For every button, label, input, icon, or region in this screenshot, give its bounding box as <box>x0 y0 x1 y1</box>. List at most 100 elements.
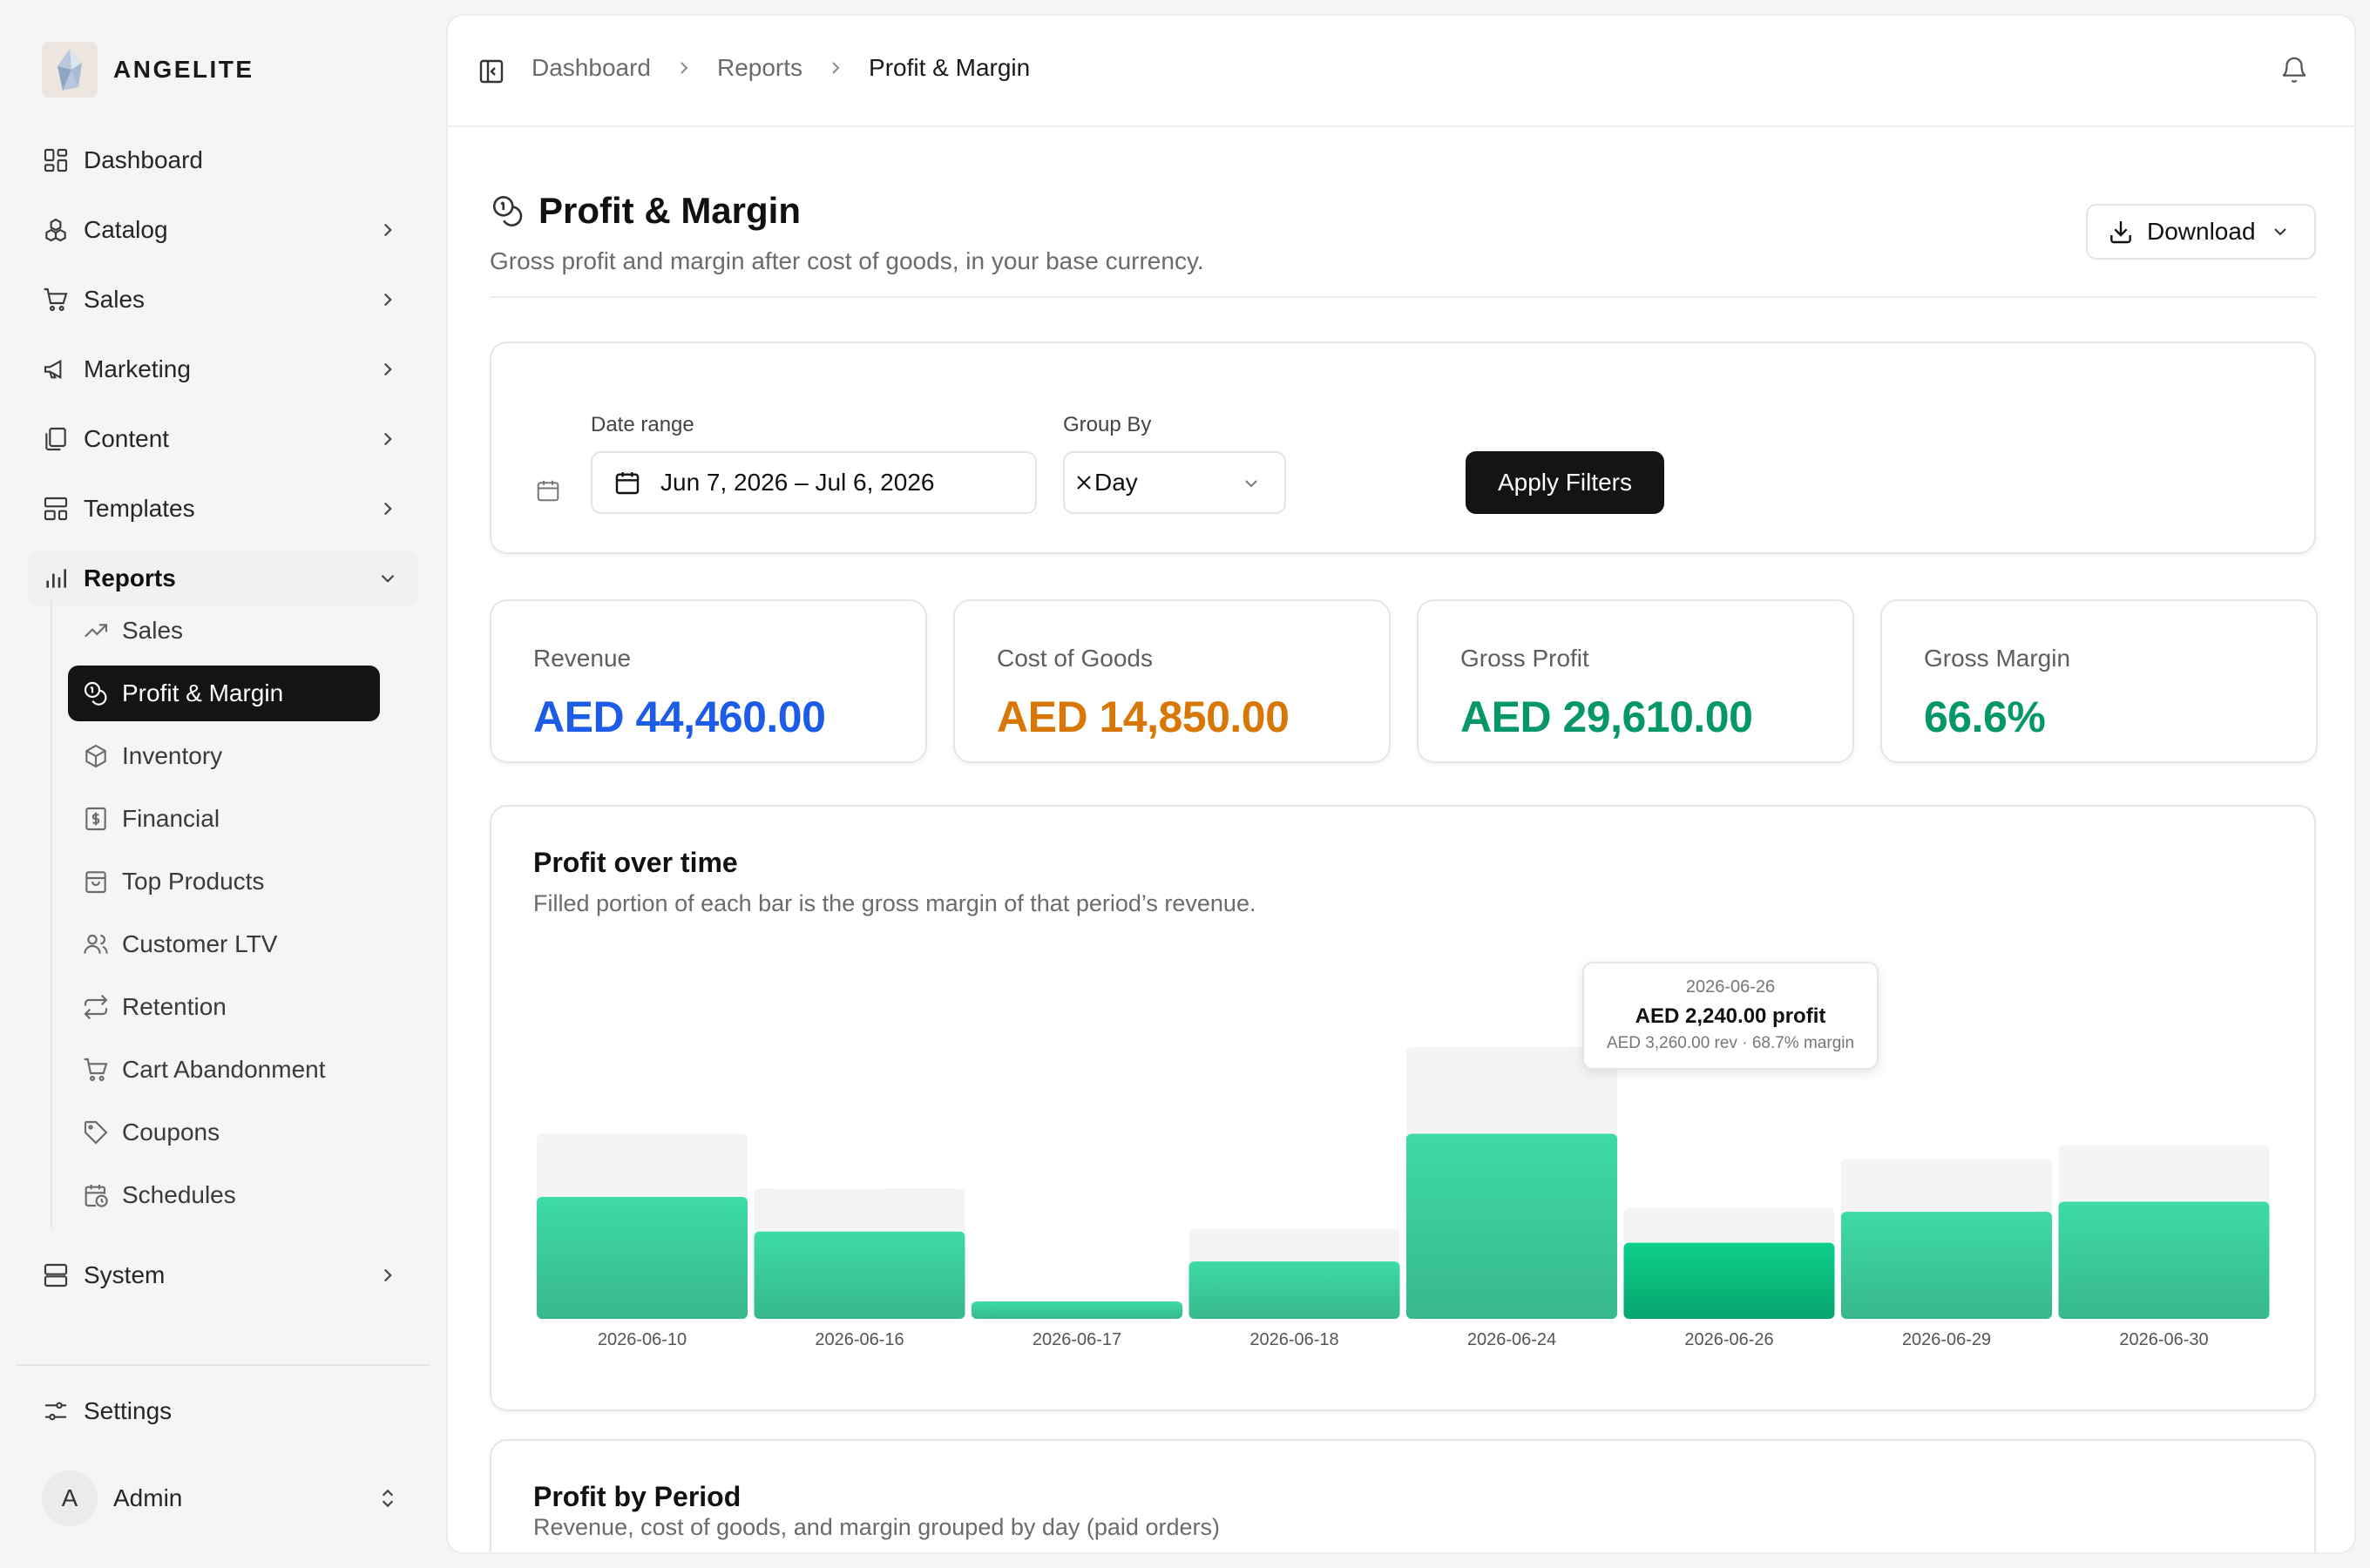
coins-icon <box>84 681 107 706</box>
profit-bar[interactable] <box>754 1231 965 1319</box>
stat-card-revenue: Revenue AED 44,460.00 <box>490 599 927 763</box>
profit-bar[interactable] <box>1188 1261 1400 1319</box>
stat-value: AED 44,460.00 <box>533 693 826 741</box>
sidebar-item-label: Retention <box>122 993 227 1020</box>
layout-icon <box>44 497 68 521</box>
brand-name: ANGELITE <box>113 56 254 83</box>
bar-chart-icon <box>46 569 66 588</box>
tooltip-profit: AED 2,240.00 profit <box>1635 1004 1826 1028</box>
x-tick-label: 2026-06-30 <box>2119 1330 2208 1349</box>
sidebar-item-system[interactable]: System <box>28 1247 418 1303</box>
sidebar-item-label: Content <box>84 425 170 452</box>
chevron-right-icon <box>383 502 392 516</box>
bell-icon[interactable] <box>2279 56 2309 85</box>
sidebar-item-retention[interactable]: Retention <box>68 979 380 1035</box>
page-header: Profit & Margin Gross profit and margin … <box>490 190 1204 275</box>
group-by-select[interactable]: Day <box>1063 451 1286 514</box>
sidebar-item-label: Schedules <box>122 1181 236 1208</box>
x-tick-label: 2026-06-17 <box>1033 1330 1121 1349</box>
cart-icon <box>84 1058 108 1082</box>
sidebar-item-top-products[interactable]: Top Products <box>68 854 380 909</box>
sidebar-item-label: Sales <box>84 286 146 313</box>
sidebar-item-reports-sales[interactable]: Sales <box>68 603 380 659</box>
sidebar-divider <box>16 1364 430 1366</box>
breadcrumb-current: Profit & Margin <box>869 54 1031 81</box>
breadcrumb-reports[interactable]: Reports <box>717 54 802 82</box>
sidebar-item-label: Coupons <box>122 1119 220 1146</box>
sidebar-item-reports[interactable]: Reports <box>28 551 418 606</box>
profit-bar[interactable] <box>1623 1242 1835 1319</box>
date-range-picker[interactable]: Jun 7, 2026 – Jul 6, 2026 <box>591 451 1037 514</box>
sidebar-item-sales[interactable]: Sales <box>28 272 418 328</box>
stat-card-gross-margin: Gross Margin 66.6% <box>1880 599 2318 763</box>
profit-bar[interactable] <box>2058 1201 2270 1319</box>
sidebar-item-catalog[interactable]: Catalog <box>28 202 418 258</box>
sidebar-item-label: Cart Abandonment <box>122 1056 326 1083</box>
profit-bar[interactable] <box>972 1301 1182 1319</box>
cart-icon <box>44 287 68 312</box>
breadcrumb: Dashboard Reports Profit & Margin <box>532 54 1030 82</box>
sidebar-item-customer-ltv[interactable]: Customer LTV <box>68 916 380 972</box>
sidebar-toggle-icon[interactable] <box>477 57 505 85</box>
sidebar-item-financial[interactable]: Financial <box>68 791 380 847</box>
sidebar-item-label: Marketing <box>84 355 191 382</box>
user-name: Admin <box>113 1484 183 1511</box>
sidebar-item-content[interactable]: Content <box>28 411 418 467</box>
user-menu[interactable]: A Admin <box>28 1469 418 1528</box>
close-icon <box>1077 476 1091 490</box>
stat-value: AED 14,850.00 <box>997 693 1290 741</box>
group-by-value: Day <box>1094 469 1138 496</box>
sliders-icon <box>45 1402 66 1421</box>
calendar-icon <box>615 472 640 495</box>
sidebar-item-profit-margin[interactable]: Profit & Margin <box>68 666 380 721</box>
chevron-down-icon <box>1245 480 1257 488</box>
sidebar-item-dashboard[interactable]: Dashboard <box>28 132 418 188</box>
sidebar: ANGELITE Dashboard Catalog Sales Marketi… <box>0 0 444 1568</box>
group-by-label: Group By <box>1063 413 1152 436</box>
top-bar: Dashboard Reports Profit & Margin <box>448 16 2354 127</box>
stat-label: Revenue <box>533 645 632 672</box>
stat-label: Gross Margin <box>1924 645 2071 672</box>
sidebar-item-settings[interactable]: Settings <box>28 1383 418 1439</box>
tooltip-meta: AED 3,260.00 rev · 68.7% margin <box>1606 1034 1855 1052</box>
profit-bar[interactable] <box>537 1196 748 1319</box>
package-icon <box>85 744 106 768</box>
files-icon <box>45 427 66 451</box>
chart-tooltip: 2026-06-26 AED 2,240.00 profit AED 3,260… <box>1582 962 1879 1070</box>
chevron-right-icon <box>383 362 392 376</box>
sidebar-item-label: Catalog <box>84 216 168 243</box>
sidebar-item-cart-abandonment[interactable]: Cart Abandonment <box>68 1042 380 1098</box>
chevron-down-icon <box>2273 228 2286 236</box>
filters-card: Date range Jun 7, 2026 – Jul 6, 2026 Gro… <box>490 341 2316 554</box>
sidebar-item-label: Profit & Margin <box>122 679 284 706</box>
bag-icon <box>85 871 106 894</box>
profit-by-period-card: Profit by Period Revenue, cost of goods,… <box>490 1439 2316 1552</box>
apply-filters-button[interactable]: Apply Filters <box>1466 451 1664 514</box>
dashboard-icon <box>44 148 68 172</box>
brand[interactable]: ANGELITE <box>42 42 254 98</box>
tag-icon <box>84 1120 108 1145</box>
sidebar-item-marketing[interactable]: Marketing <box>28 341 418 397</box>
sidebar-item-label: Inventory <box>122 742 223 769</box>
page-title: Profit & Margin <box>538 190 801 231</box>
breadcrumb-dashboard[interactable]: Dashboard <box>532 54 651 82</box>
chevron-down-icon <box>381 574 395 583</box>
profit-chart-card: 2026-06-10 2026-06-16 2026-06-17 2026-06-18… <box>490 805 2316 1411</box>
chart-title: Profit over time <box>533 847 738 878</box>
avatar: A <box>42 1470 98 1526</box>
server-icon <box>44 1263 68 1288</box>
profit-bar[interactable] <box>1841 1212 2052 1319</box>
download-button[interactable]: Download <box>2086 204 2316 260</box>
sidebar-item-label: Financial <box>122 805 220 832</box>
sidebar-item-label: Sales <box>122 617 184 644</box>
sidebar-item-inventory[interactable]: Inventory <box>68 728 380 784</box>
profit-bar[interactable] <box>1406 1133 1617 1319</box>
sidebar-item-label: Templates <box>84 495 195 522</box>
sidebar-item-coupons[interactable]: Coupons <box>68 1105 380 1160</box>
sidebar-item-schedules[interactable]: Schedules <box>68 1167 380 1223</box>
date-range-label: Date range <box>591 413 694 436</box>
sidebar-item-label: Customer LTV <box>122 930 278 957</box>
page-subtitle: Gross profit and margin after cost of go… <box>490 247 1204 274</box>
sidebar-item-templates[interactable]: Templates <box>28 481 418 537</box>
download-label: Download <box>2147 218 2256 245</box>
